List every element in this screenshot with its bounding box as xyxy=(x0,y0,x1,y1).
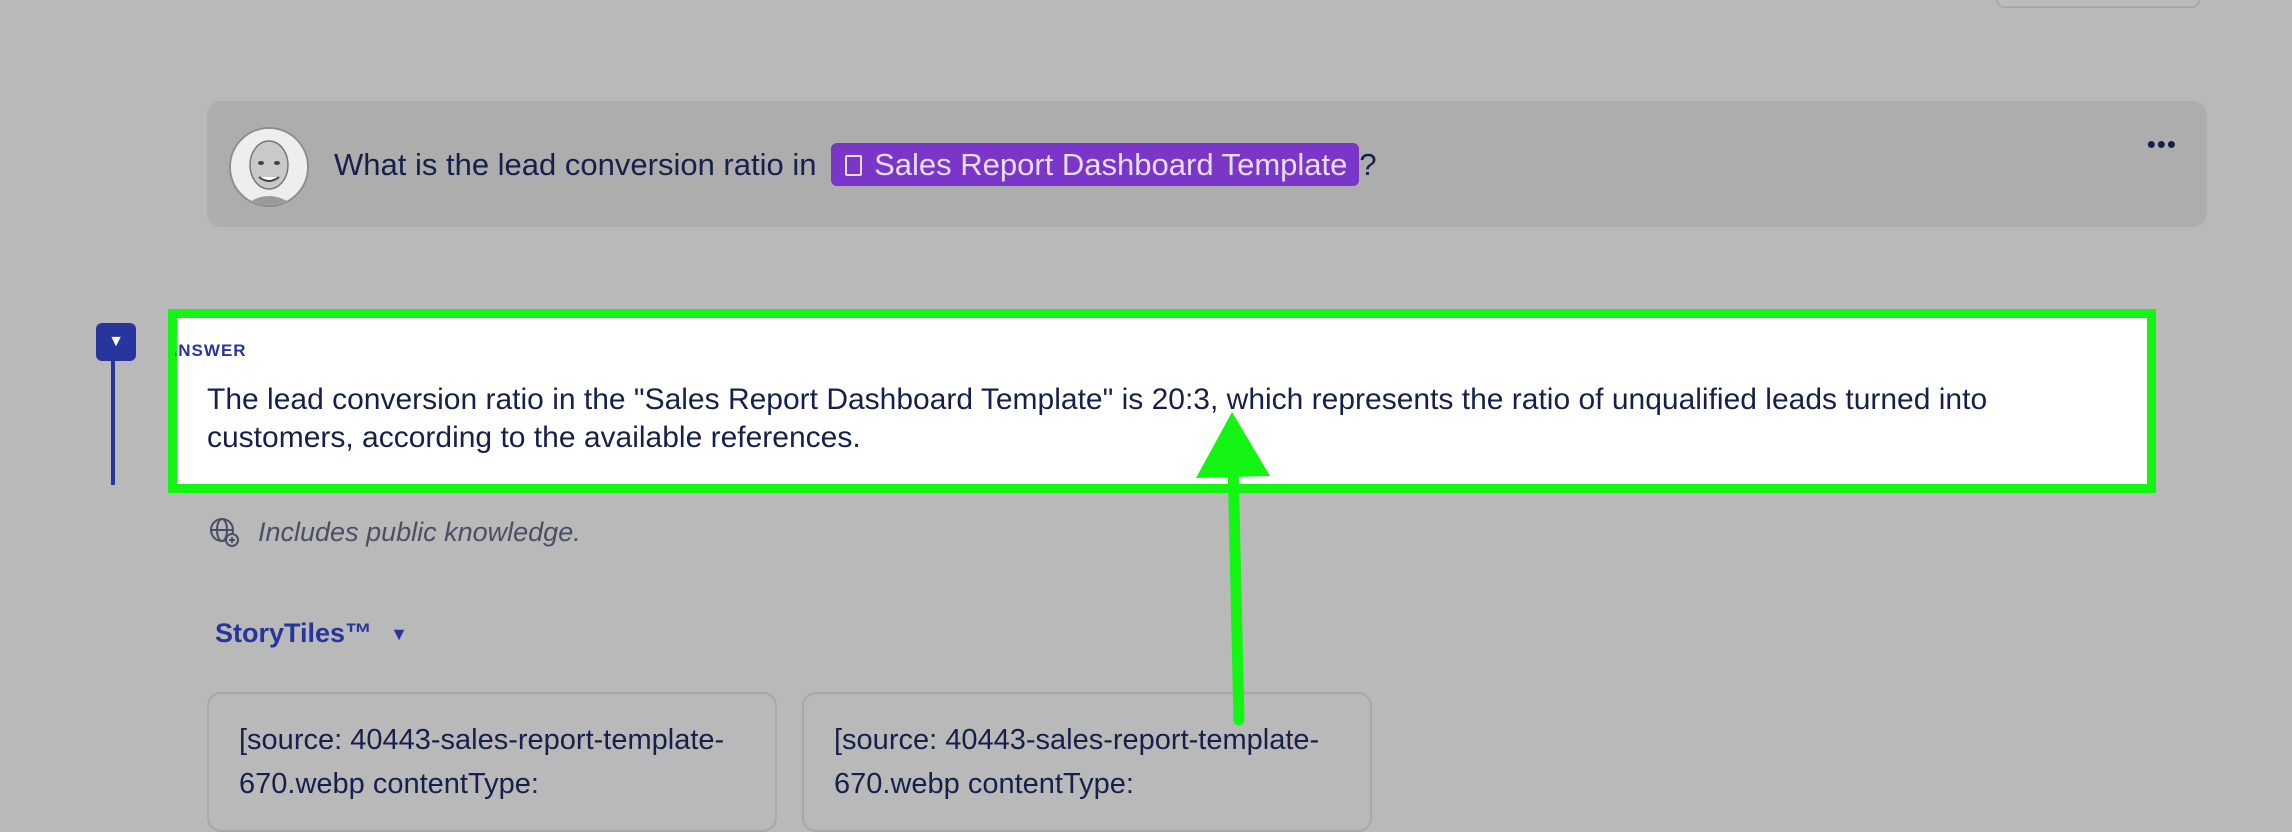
user-avatar xyxy=(229,127,309,207)
toggle-caret-icon: ▼ xyxy=(108,333,124,350)
document-chip[interactable]: Sales Report Dashboard Template xyxy=(831,143,1360,187)
answer-rail xyxy=(111,360,115,485)
answer-collapse-toggle[interactable]: ▼ xyxy=(96,323,136,361)
story-tile-text: [source: 40443-sales-report-template-670… xyxy=(834,724,1320,800)
public-knowledge-note: Includes public knowledge. xyxy=(208,516,581,548)
top-right-chip[interactable] xyxy=(1996,0,2200,8)
storytiles-label: StoryTiles™ xyxy=(215,618,373,648)
story-tile[interactable]: [source: 40443-sales-report-template-670… xyxy=(802,692,1372,832)
storytiles-toggle[interactable]: StoryTiles™ ▼ xyxy=(215,618,408,649)
more-options-button[interactable]: ••• xyxy=(2147,129,2177,160)
question-suffix: ? xyxy=(1359,147,1377,182)
caret-down-icon: ▼ xyxy=(390,624,408,644)
public-knowledge-text: Includes public knowledge. xyxy=(258,516,581,547)
globe-icon xyxy=(210,518,239,547)
document-chip-label: Sales Report Dashboard Template xyxy=(874,147,1348,183)
document-icon xyxy=(845,154,863,176)
answer-highlight-box: ANSWER The lead conversion ratio in the … xyxy=(168,309,2156,493)
question-prefix: What is the lead conversion ratio in xyxy=(334,147,826,182)
question-text: What is the lead conversion ratio in Sal… xyxy=(334,143,1377,188)
avatar-portrait-icon xyxy=(231,129,307,205)
answer-text: The lead conversion ratio in the "Sales … xyxy=(207,383,1988,454)
answer-label: ANSWER xyxy=(175,341,247,360)
story-tile[interactable]: [source: 40443-sales-report-template-670… xyxy=(207,692,777,832)
story-tile-text: [source: 40443-sales-report-template-670… xyxy=(239,724,725,800)
question-card: What is the lead conversion ratio in Sal… xyxy=(207,101,2207,227)
